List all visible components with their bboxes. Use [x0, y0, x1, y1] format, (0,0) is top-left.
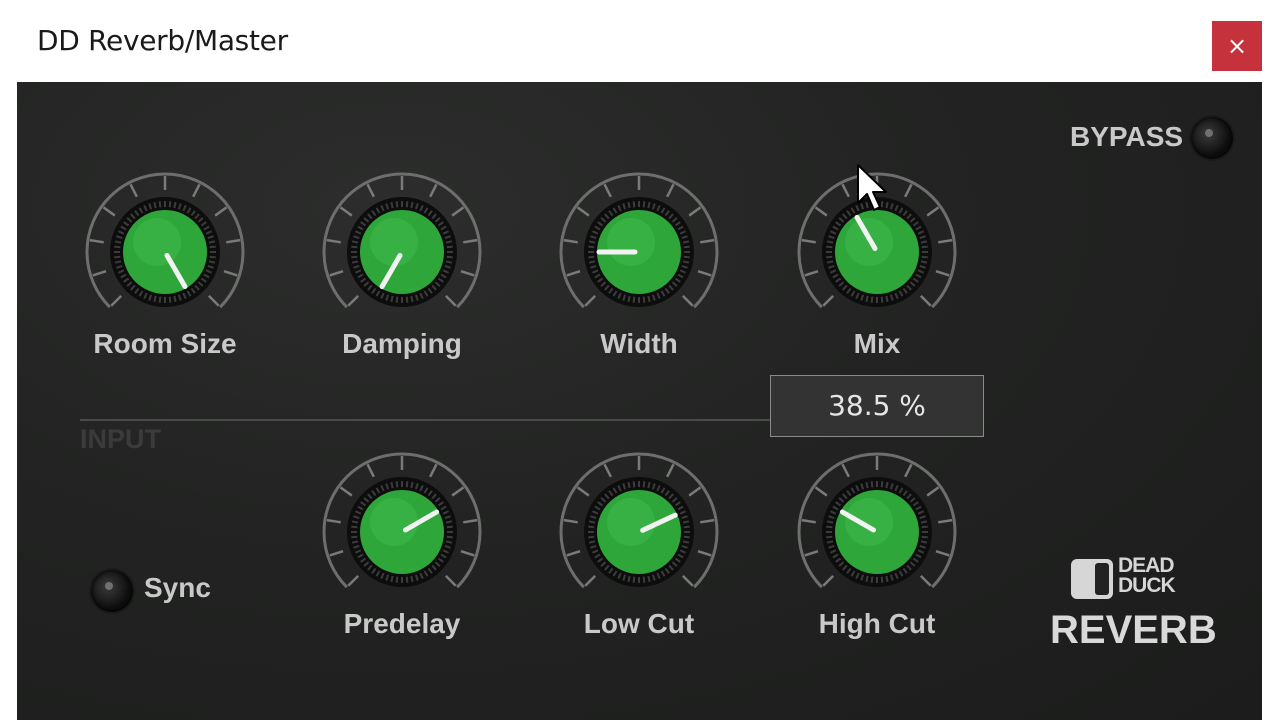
dead-duck-logo-icon: [1071, 559, 1113, 599]
knob-room-size[interactable]: Room Size: [80, 170, 250, 370]
dead-duck-logo: DEAD DUCK REVERB: [1050, 554, 1217, 656]
sync-toggle[interactable]: [91, 570, 133, 612]
knob-damping-dial[interactable]: [317, 170, 487, 330]
close-button[interactable]: ×: [1212, 21, 1262, 71]
knob-low-cut-label: Low Cut: [583, 608, 695, 639]
knob-low-cut-dial[interactable]: [554, 450, 724, 610]
knob-low-cut[interactable]: Low Cut: [554, 450, 724, 650]
logo-product-name: REVERB: [1050, 608, 1217, 652]
logo-brand-line2: DUCK: [1118, 574, 1176, 597]
section-divider: [80, 419, 770, 421]
knob-mix-label: Mix: [853, 328, 901, 359]
logo-brand-text: DEAD DUCK: [1118, 554, 1176, 597]
bypass-label: BYPASS: [1070, 121, 1184, 152]
sync-label: Sync: [144, 572, 211, 603]
knob-room-size-label: Room Size: [93, 328, 237, 359]
knob-width[interactable]: Width: [554, 170, 724, 370]
knob-width-dial[interactable]: [554, 170, 724, 330]
logo-brand-line1: DEAD: [1118, 554, 1175, 577]
window-border-right: [1262, 0, 1280, 720]
knob-predelay-label: Predelay: [343, 608, 461, 639]
mouse-cursor-icon: [857, 164, 887, 211]
knob-high-cut[interactable]: High Cut: [792, 450, 962, 650]
window-border-left: [0, 0, 17, 720]
knob-high-cut-label: High Cut: [818, 608, 936, 639]
knob-width-label: Width: [600, 328, 678, 359]
knob-predelay-dial[interactable]: [317, 450, 487, 610]
knob-damping[interactable]: Damping: [317, 170, 487, 370]
mix-value-tooltip: 38.5 %: [770, 375, 984, 437]
title-bar: DD Reverb/Master ×: [17, 0, 1262, 82]
knob-room-size-dial[interactable]: [80, 170, 250, 330]
knob-predelay[interactable]: Predelay: [317, 450, 487, 650]
knob-high-cut-dial[interactable]: [792, 450, 962, 610]
window-title: DD Reverb/Master: [37, 24, 288, 57]
input-section-label: INPUT: [80, 424, 161, 454]
bypass-toggle[interactable]: [1191, 117, 1233, 159]
close-icon: ×: [1226, 32, 1248, 60]
knob-damping-label: Damping: [342, 328, 462, 359]
